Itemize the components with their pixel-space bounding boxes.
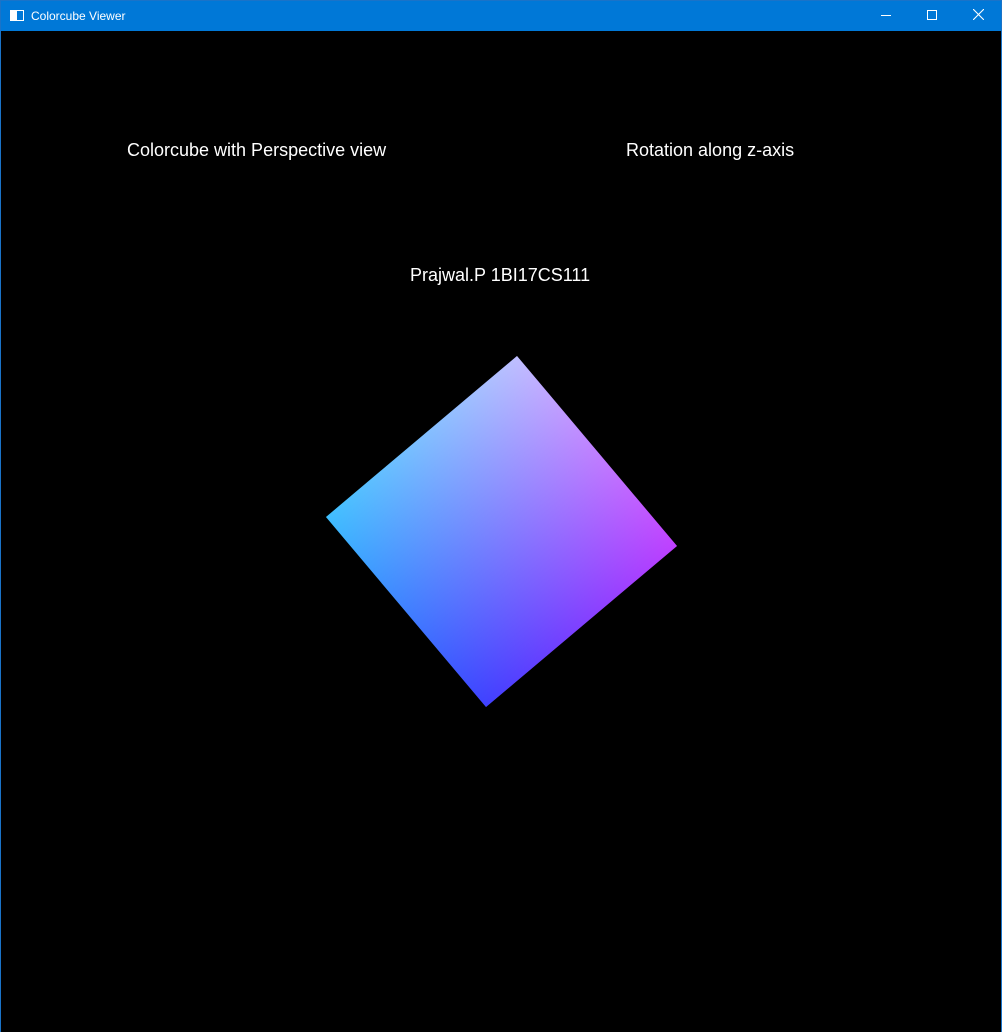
cube-front-face: [326, 356, 677, 707]
minimize-button[interactable]: [863, 1, 909, 31]
app-window: Colorcube Viewer Colorcube with Perspect…: [0, 0, 1002, 1032]
maximize-icon: [927, 9, 937, 23]
close-icon: [972, 8, 984, 23]
window-title: Colorcube Viewer: [31, 9, 126, 23]
minimize-icon: [881, 9, 891, 23]
render-canvas[interactable]: Colorcube with Perspective view Rotation…: [1, 31, 1001, 1032]
title-bar[interactable]: Colorcube Viewer: [1, 1, 1001, 31]
app-window-icon: [10, 10, 24, 21]
maximize-button[interactable]: [909, 1, 955, 31]
colorcube: [326, 356, 677, 707]
close-button[interactable]: [955, 1, 1001, 31]
